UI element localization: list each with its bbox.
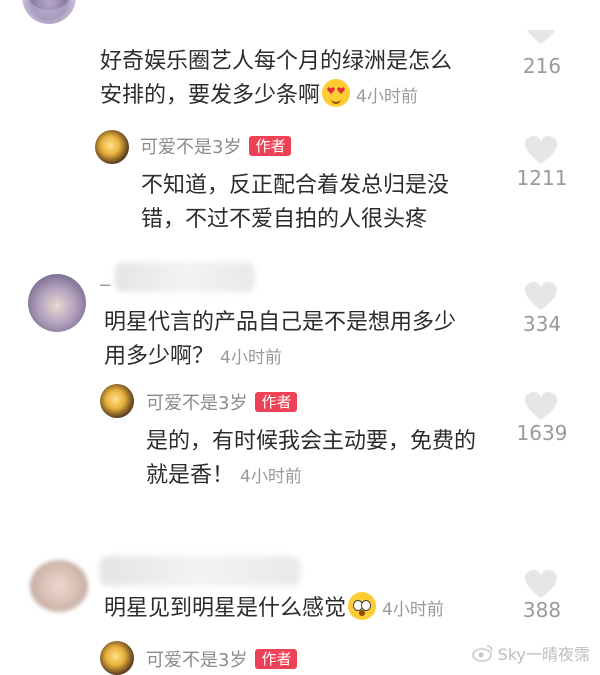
author-badge: 作者 bbox=[255, 392, 298, 412]
comment-text: 用多少啊？ bbox=[104, 344, 215, 369]
author-avatar[interactable] bbox=[100, 384, 134, 418]
comment-time: 4小时前 bbox=[356, 87, 418, 107]
commenter-name-prefix[interactable]: _ bbox=[100, 262, 110, 286]
like-count: 1211 bbox=[516, 166, 568, 190]
reply-text-line-2: 就是香！ 4小时前 bbox=[146, 459, 302, 494]
like-count: 388 bbox=[522, 598, 562, 622]
commenter-avatar[interactable] bbox=[30, 560, 88, 612]
author-badge: 作者 bbox=[249, 136, 292, 156]
comment-text-line: 明星见到明星是什么感觉 4小时前 bbox=[104, 592, 444, 627]
weibo-watermark: Sky一晴夜霈 bbox=[471, 641, 590, 665]
comment-time: 4小时前 bbox=[382, 600, 444, 620]
author-name[interactable]: 可爱不是3岁 bbox=[140, 133, 241, 159]
reply-time: 4小时前 bbox=[240, 467, 302, 487]
weibo-logo-icon bbox=[471, 645, 493, 662]
blurred-username bbox=[115, 262, 255, 292]
reply-text-line-2: 错，不过不爱自拍的人很头疼 bbox=[141, 207, 428, 232]
blurred-username bbox=[100, 556, 300, 586]
comment-text: 安排的，要发多少条啊 bbox=[100, 83, 321, 108]
reply-text: 就是香！ bbox=[146, 463, 235, 488]
avatar-shade bbox=[22, 0, 76, 24]
like-heart-icon[interactable] bbox=[524, 570, 558, 600]
like-count: 334 bbox=[522, 312, 562, 336]
commenter-avatar[interactable] bbox=[28, 274, 86, 332]
reply-author-row: 可爱不是3岁 作者 bbox=[140, 133, 292, 159]
author-name[interactable]: 可爱不是3岁 bbox=[146, 646, 247, 672]
reply-author-row: 可爱不是3岁 作者 bbox=[146, 389, 298, 415]
reply-text-line: 不知道，反正配合着发总归是没 bbox=[141, 173, 450, 198]
comment-text: 明星见到明星是什么感觉 bbox=[104, 596, 347, 621]
author-badge: 作者 bbox=[255, 649, 298, 669]
comment-time: 4小时前 bbox=[220, 348, 282, 368]
heart-eyes-emoji-icon bbox=[322, 79, 351, 107]
like-count: 1639 bbox=[516, 421, 568, 445]
comment-text-line-2: 用多少啊？ 4小时前 bbox=[104, 340, 282, 375]
author-avatar[interactable] bbox=[100, 641, 134, 675]
comment-text-line: 明星代言的产品自己是不是想用多少 bbox=[104, 310, 457, 335]
like-heart-icon[interactable] bbox=[524, 136, 558, 166]
comment-text-line: 好奇娱乐圈艺人每个月的绿洲是怎么 bbox=[100, 49, 453, 74]
like-heart-icon[interactable] bbox=[524, 392, 558, 422]
reply-text-line: 是的，有时候我会主动要，免费的 bbox=[146, 429, 477, 454]
comment-text-line-2: 安排的，要发多少条啊 4小时前 bbox=[100, 79, 418, 114]
like-count: 216 bbox=[522, 54, 562, 78]
author-name[interactable]: 可爱不是3岁 bbox=[146, 389, 247, 415]
like-heart-icon[interactable] bbox=[524, 282, 558, 312]
author-avatar[interactable] bbox=[95, 130, 129, 164]
watermark-text: Sky一晴夜霈 bbox=[497, 645, 590, 664]
flushed-emoji-icon bbox=[348, 592, 377, 620]
reply-author-row: 可爱不是3岁 作者 bbox=[146, 646, 298, 672]
